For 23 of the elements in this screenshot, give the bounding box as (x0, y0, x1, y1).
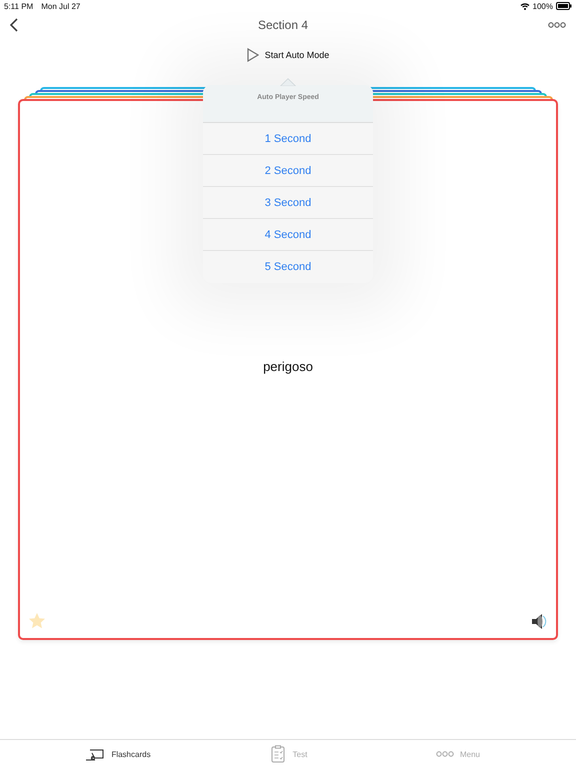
speed-option[interactable]: 5 Second (203, 251, 373, 283)
speed-option[interactable]: 1 Second (203, 123, 373, 155)
status-time: 5:11 PM (4, 2, 34, 10)
play-icon (246, 48, 259, 62)
status-date: Mon Jul 27 (41, 2, 80, 10)
more-button[interactable] (546, 20, 568, 30)
back-icon (10, 18, 18, 32)
speed-option[interactable]: 3 Second (203, 187, 373, 219)
card-word: perigoso (263, 359, 313, 374)
tab-bar-item[interactable]: Menu (403, 748, 513, 760)
clipboard-icon (268, 745, 287, 763)
battery-percent: 100% (532, 2, 553, 10)
start-auto-mode-button[interactable]: Start Auto Mode (244, 46, 332, 64)
back-button[interactable] (8, 16, 20, 34)
speed-option[interactable]: 4 Second (203, 219, 373, 251)
speed-option[interactable]: 2 Second (203, 155, 373, 187)
more-icon (436, 749, 454, 759)
wifi-icon (520, 2, 530, 10)
battery-icon (556, 2, 572, 10)
more-icon (548, 22, 566, 28)
tab-bar-item[interactable]: Test (233, 744, 343, 764)
tab-bar-item[interactable]: Flashcards (63, 746, 173, 762)
nav-title: Section 4 (256, 18, 310, 32)
